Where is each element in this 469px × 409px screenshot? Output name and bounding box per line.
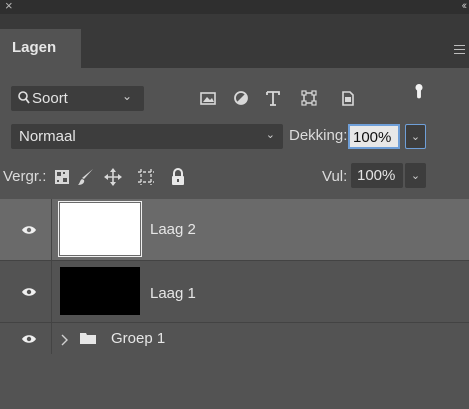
layer-thumbnail xyxy=(60,267,140,315)
opacity-input[interactable]: 100% xyxy=(348,124,400,149)
tab-layers[interactable]: Lagen xyxy=(0,29,81,68)
search-icon xyxy=(18,91,30,104)
close-icon[interactable]: × xyxy=(5,0,13,13)
panel-menu-icon[interactable] xyxy=(454,45,465,54)
type-filter-icon[interactable] xyxy=(265,89,281,107)
eye-icon[interactable] xyxy=(21,286,37,298)
shape-filter-icon[interactable] xyxy=(301,89,317,107)
layer-name[interactable]: Laag 1 xyxy=(150,285,196,302)
tab-bar: Lagen xyxy=(0,14,469,68)
layer-row-laag-2[interactable]: Laag 2 xyxy=(0,199,469,261)
filter-kind-select[interactable]: Soort ⌄ xyxy=(11,86,144,111)
layers-panel: × ‹‹ Lagen Soort ⌄ Normaal ⌄ Dekking: 10… xyxy=(0,0,469,409)
filter-kind-label: Soort xyxy=(32,90,68,107)
fill-dropdown-button[interactable]: ⌄ xyxy=(405,163,426,188)
lock-image-pixels-icon[interactable] xyxy=(77,168,95,186)
image-filter-icon[interactable] xyxy=(200,89,216,107)
visibility-cell xyxy=(0,199,52,260)
opacity-label: Dekking: xyxy=(289,127,348,144)
fill-label: Vul: xyxy=(322,168,348,185)
opacity-dropdown-button[interactable]: ⌄ xyxy=(405,124,426,149)
expand-group-icon[interactable] xyxy=(60,334,68,346)
smart-object-filter-icon[interactable] xyxy=(340,89,356,107)
collapse-panel-icon[interactable]: ‹‹ xyxy=(462,0,468,13)
filter-toggle-icon[interactable] xyxy=(413,83,425,101)
blend-mode-select[interactable]: Normaal ⌄ xyxy=(11,124,283,149)
layers-empty-area xyxy=(0,354,469,409)
adjustment-filter-icon[interactable] xyxy=(233,89,249,107)
panel-title-bar: × ‹‹ xyxy=(0,0,469,14)
eye-icon[interactable] xyxy=(21,333,37,345)
layers-list: Laag 2 Laag 1 Groep 1 xyxy=(0,199,469,409)
chevron-down-icon: ⌄ xyxy=(410,170,421,182)
fill-input[interactable]: 100% xyxy=(351,163,403,188)
layer-name[interactable]: Groep 1 xyxy=(111,330,165,347)
layer-row-groep-1[interactable]: Groep 1 xyxy=(0,323,469,355)
blend-mode-label: Normaal xyxy=(19,128,76,145)
visibility-cell xyxy=(0,323,52,354)
tab-layers-label: Lagen xyxy=(12,39,57,56)
layer-thumbnail xyxy=(58,201,142,257)
lock-all-icon[interactable] xyxy=(171,168,185,186)
folder-icon xyxy=(80,333,96,344)
lock-transparent-pixels-icon[interactable] xyxy=(54,168,70,186)
chevron-down-icon: ⌄ xyxy=(410,131,421,143)
visibility-cell xyxy=(0,261,52,322)
chevron-down-icon: ⌄ xyxy=(265,129,275,141)
layer-row-laag-1[interactable]: Laag 1 xyxy=(0,261,469,323)
lock-label: Vergr.: xyxy=(3,168,47,185)
eye-icon[interactable] xyxy=(21,224,37,236)
lock-artboard-icon[interactable] xyxy=(137,168,155,186)
layer-name[interactable]: Laag 2 xyxy=(150,221,196,238)
chevron-down-icon: ⌄ xyxy=(121,89,132,103)
lock-position-icon[interactable] xyxy=(104,168,122,186)
